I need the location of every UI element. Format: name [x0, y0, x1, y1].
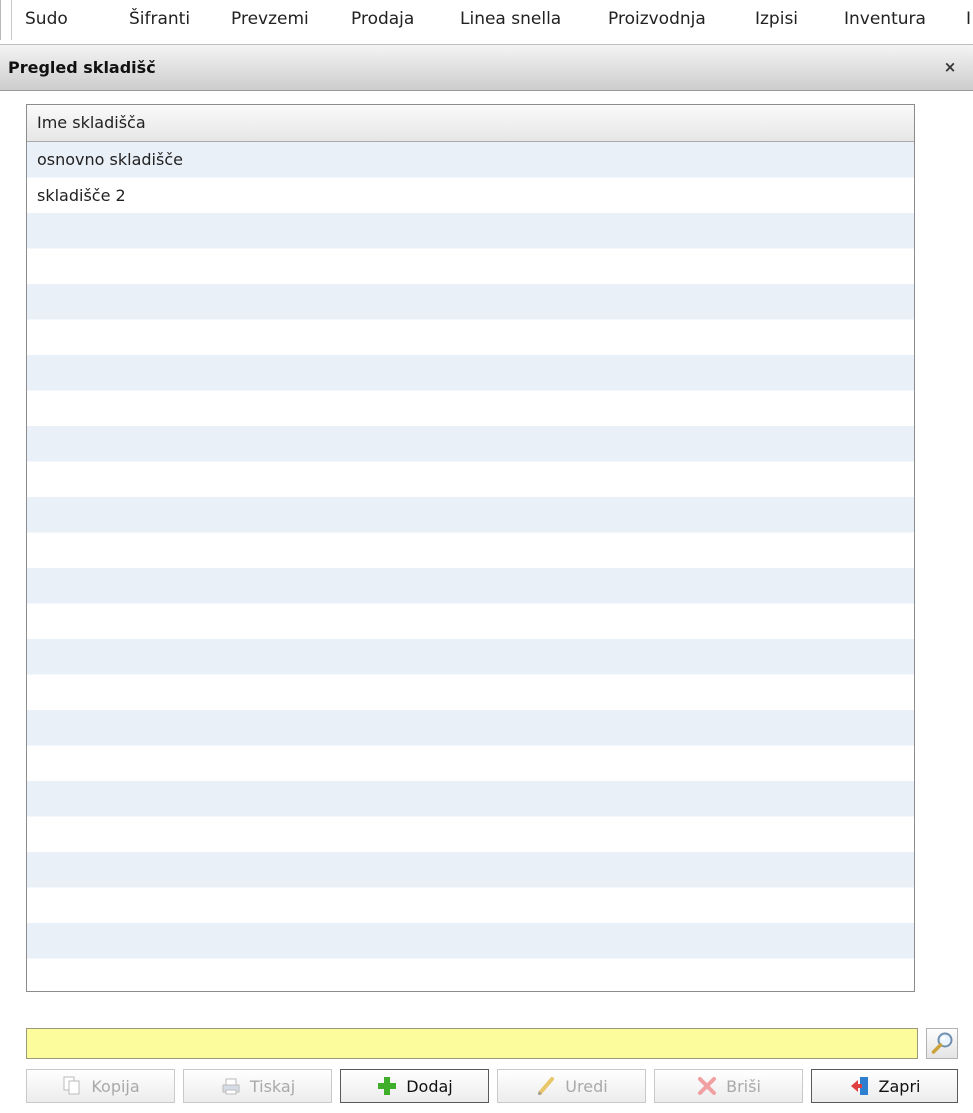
menu-item-overflow[interactable]: I — [966, 4, 971, 34]
menu-item-sifranti[interactable]: Šifranti — [129, 4, 190, 34]
menu-item-inventura[interactable]: Inventura — [844, 4, 926, 34]
menu-item-prevzemi[interactable]: Prevzemi — [231, 4, 309, 34]
copy-icon — [61, 1075, 83, 1097]
window-title: Pregled skladišč — [8, 58, 156, 77]
search-input[interactable] — [26, 1028, 918, 1059]
close-icon[interactable]: × — [940, 57, 960, 77]
menu-item-sudo[interactable]: Sudo — [25, 4, 68, 34]
tiskaj-button[interactable]: Tiskaj — [183, 1069, 332, 1103]
delete-x-icon — [696, 1075, 718, 1097]
warehouse-grid: Ime skladišča osnovno skladišče skladišč… — [26, 104, 915, 992]
kopija-label: Kopija — [91, 1076, 140, 1096]
dodaj-label: Dodaj — [406, 1076, 453, 1096]
uredi-label: Uredi — [565, 1076, 608, 1096]
table-row[interactable]: skladišče 2 — [27, 178, 914, 214]
search-button[interactable] — [926, 1028, 958, 1059]
table-row[interactable]: osnovno skladišče — [27, 142, 914, 178]
exit-door-icon — [849, 1075, 871, 1097]
menu-item-linea-snella[interactable]: Linea snella — [460, 4, 561, 34]
brisi-button[interactable]: Briši — [654, 1069, 803, 1103]
menu-item-proizvodnja[interactable]: Proizvodnja — [608, 4, 706, 34]
brisi-label: Briši — [726, 1076, 761, 1096]
plus-icon — [376, 1075, 398, 1097]
grid-body: osnovno skladišče skladišče 2 — [27, 142, 914, 991]
zapri-label: Zapri — [878, 1076, 921, 1096]
kopija-button[interactable]: Kopija — [26, 1069, 175, 1103]
magnifier-icon — [931, 1032, 953, 1054]
dodaj-button[interactable]: Dodaj — [340, 1069, 489, 1103]
window-title-bar: Pregled skladišč × — [0, 44, 973, 91]
menu-item-prodaja[interactable]: Prodaja — [351, 4, 414, 34]
pencil-icon — [535, 1075, 557, 1097]
uredi-button[interactable]: Uredi — [497, 1069, 646, 1103]
zapri-button[interactable]: Zapri — [811, 1069, 958, 1103]
menu-bar: Sudo Šifranti Prevzemi Prodaja Linea sne… — [0, 0, 973, 40]
column-header-ime-skladisca[interactable]: Ime skladišča — [27, 105, 914, 142]
tiskaj-label: Tiskaj — [249, 1076, 296, 1096]
print-icon — [220, 1075, 242, 1097]
menu-divider — [11, 0, 12, 40]
menu-item-izpisi[interactable]: Izpisi — [755, 4, 798, 34]
